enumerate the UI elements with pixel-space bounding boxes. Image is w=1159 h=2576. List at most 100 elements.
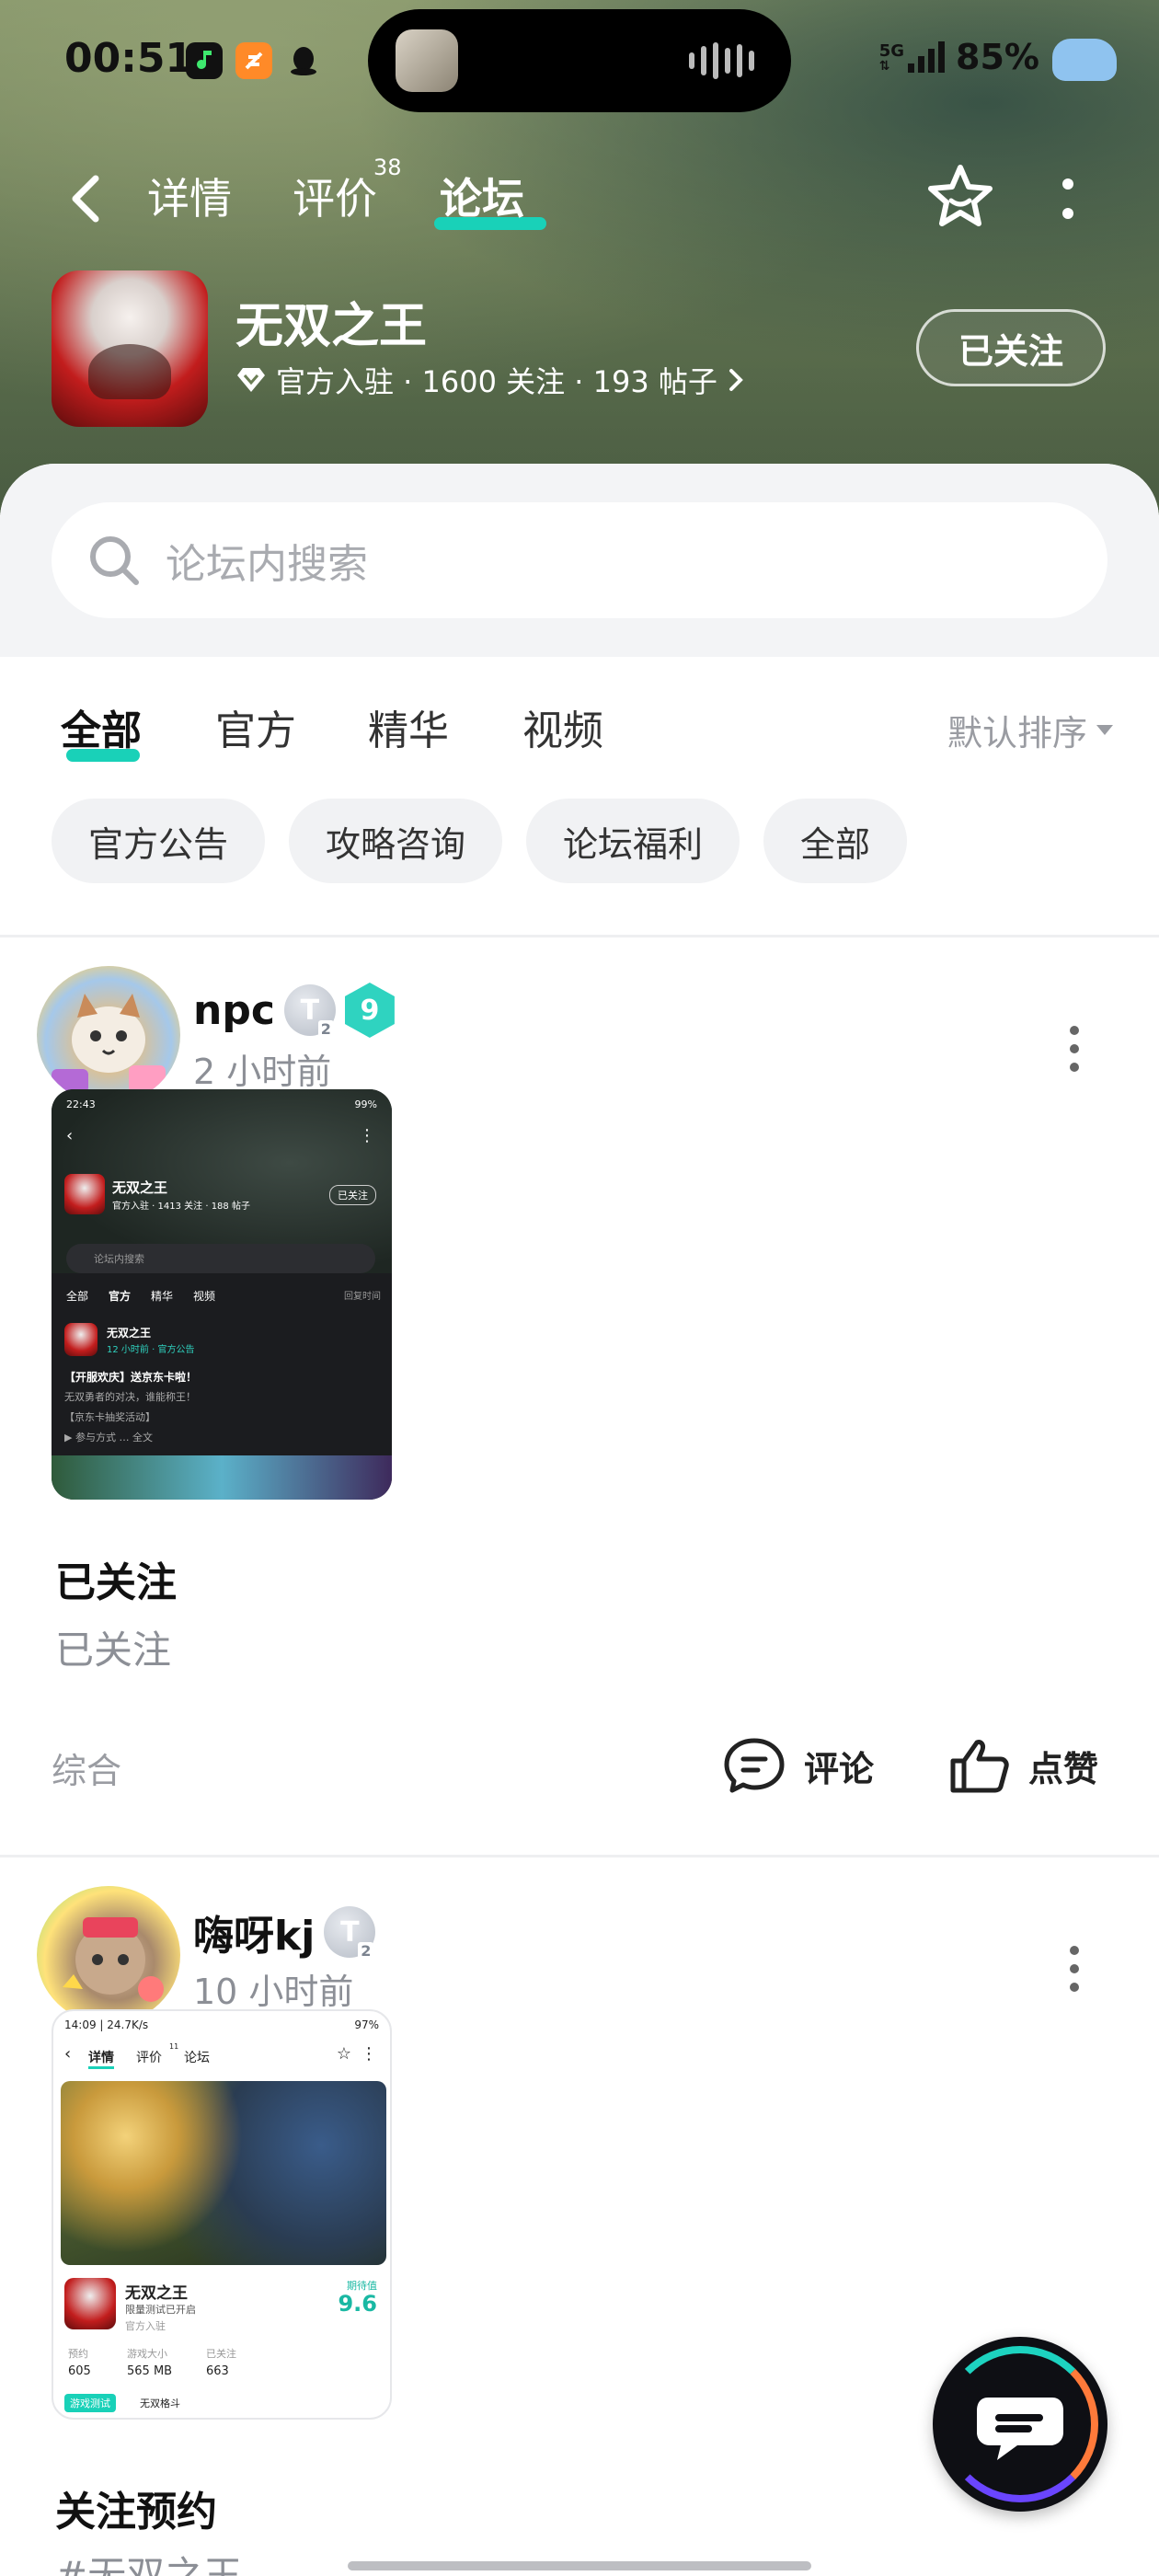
chip-guides[interactable]: 攻略咨询 — [289, 799, 503, 883]
game-icon[interactable] — [52, 270, 208, 427]
level-badge: T2 — [324, 1906, 376, 1960]
shot-post-avatar — [64, 1323, 98, 1356]
shot-post-author: 无双之王 — [107, 1327, 152, 1340]
battery-cat-icon — [1052, 39, 1117, 81]
post-title[interactable]: 关注预约 — [55, 2478, 217, 2537]
top-nav: 详情 评价 38 论坛 — [0, 155, 1159, 239]
level-badge-letter: T — [340, 1915, 360, 1949]
thumbs-up-icon — [950, 1740, 1009, 1793]
level-badge-sub: 2 — [358, 1942, 374, 1960]
tab-reviews[interactable]: 评价 — [293, 166, 377, 226]
diamond-icon — [237, 368, 265, 392]
sort-dropdown[interactable]: 默认排序 — [947, 705, 1113, 755]
author-name: 嗨呀kj — [193, 1913, 316, 1960]
shot-back-icon: ‹ — [64, 2044, 72, 2064]
tab-forum[interactable]: 论坛 — [440, 166, 524, 226]
back-arrow-icon[interactable] — [64, 173, 109, 224]
follow-button[interactable]: 已关注 — [916, 309, 1106, 386]
post-author[interactable]: npc T2 9 — [193, 983, 395, 1038]
post-image[interactable]: 22:43 99% ‹ ⋮ 无双之王 官方入驻 · 1413 关注 · 188 … — [52, 1089, 392, 1500]
shot-sort: 回复时间 — [344, 1292, 381, 1302]
favorite-star-icon[interactable] — [924, 160, 997, 234]
post-item[interactable]: npc T2 9 2 小时前 22:43 99% ‹ ⋮ 无双之王 官方入驻 ·… — [0, 960, 1159, 1500]
chat-bubble-icon — [977, 2398, 1063, 2460]
more-options-icon[interactable] — [1054, 173, 1082, 224]
tab-video[interactable]: 视频 — [522, 697, 603, 756]
shot-search: 论坛内搜索 — [66, 1244, 375, 1273]
status-right: 5G ⇅ 85% — [879, 37, 1039, 77]
post-more-icon[interactable] — [1067, 1941, 1082, 1996]
level-badge-sub: 2 — [317, 1020, 334, 1038]
network-indicator: 5G ⇅ — [878, 41, 946, 73]
post-author[interactable]: 嗨呀kj T2 — [193, 1903, 376, 1961]
caret-down-icon — [1096, 725, 1113, 735]
chip-welfare[interactable]: 论坛福利 — [526, 799, 740, 883]
shot-post-line3: ▶ 参与方式 … 全文 — [64, 1432, 153, 1443]
avatar[interactable] — [37, 966, 180, 1104]
shot-game-icon — [64, 2278, 116, 2329]
chevron-right-icon — [729, 369, 743, 391]
shot-tag2: 无双格斗 — [140, 2398, 180, 2409]
shot-tab-forum: 论坛 — [184, 2051, 210, 2065]
shot-game-icon — [64, 1174, 105, 1214]
shot-tab-badge: 11 — [169, 2042, 179, 2051]
shot-game-sub1: 限量测试已开启 — [125, 2304, 196, 2316]
rank-badge: 9 — [344, 983, 395, 1038]
shot-battery: 97% — [354, 2018, 379, 2031]
like-button[interactable]: 点赞 — [949, 1737, 1098, 1794]
level-badge-letter: T — [300, 994, 320, 1027]
post-image[interactable]: 14:09 | 24.7K/s 97% ‹ 详情 评价 11 论坛 ☆ ⋮ 无双… — [52, 2009, 392, 2420]
post-body[interactable]: #无双之王 — [55, 2545, 242, 2576]
shot-stat-value: 663 — [206, 2364, 229, 2378]
network-type: 5G — [878, 41, 905, 61]
tab-official[interactable]: 官方 — [215, 697, 296, 756]
divider — [0, 935, 1159, 937]
shot-time: 22:43 — [66, 1098, 96, 1110]
app-notification-icon — [235, 42, 272, 79]
sort-label: 默认排序 — [947, 713, 1087, 753]
tab-all[interactable]: 全部 — [61, 697, 142, 756]
shot-tag: 游戏测试 — [64, 2394, 116, 2412]
shot-search-placeholder: 论坛内搜索 — [94, 1253, 144, 1265]
game-title: 无双之王 — [235, 299, 428, 354]
tab-details[interactable]: 详情 — [147, 166, 232, 226]
shot-post-line2: 【京东卡抽奖活动】 — [64, 1411, 155, 1423]
game-meta[interactable]: 官方入驻 · 1600 关注 · 193 帖子 — [235, 359, 745, 401]
shot-tab-reviews: 评价 — [136, 2051, 162, 2065]
music-app-icon — [186, 42, 223, 79]
chat-fab-button[interactable] — [933, 2337, 1107, 2512]
shot-status: 14:09 | 24.7K/s — [64, 2018, 149, 2031]
post-body[interactable]: 已关注 — [55, 1619, 171, 1675]
shot-stat-label: 游戏大小 — [127, 2348, 167, 2360]
search-icon — [90, 536, 139, 585]
status-bar: 00:51 5G ⇅ 85% — [0, 0, 1159, 120]
home-indicator[interactable] — [348, 2561, 811, 2570]
shot-tab-details: 详情 — [88, 2048, 114, 2069]
shot-header: 22:43 99% ‹ ⋮ 无双之王 官方入驻 · 1413 关注 · 188 … — [52, 1089, 392, 1273]
chip-all[interactable]: 全部 — [763, 799, 908, 883]
shot-game-title: 无双之王 — [112, 1179, 168, 1196]
chip-announcements[interactable]: 官方公告 — [52, 799, 266, 883]
tab-featured[interactable]: 精华 — [368, 697, 449, 756]
shot-tab-all: 全部 — [66, 1290, 89, 1303]
reviews-count-badge: 38 — [373, 155, 402, 180]
shot-stat-value: 565 MB — [127, 2364, 173, 2378]
shot-game-meta: 官方入驻 · 1413 关注 · 188 帖子 — [112, 1202, 250, 1212]
shot-star-icon: ☆ — [336, 2044, 351, 2064]
shot-tab-featured: 精华 — [151, 1290, 174, 1303]
avatar-cat-image — [52, 994, 166, 1093]
shot-more-icon: ⋮ — [361, 2044, 377, 2064]
dynamic-island[interactable] — [368, 9, 791, 112]
search-input[interactable]: 论坛内搜索 — [52, 502, 1107, 618]
post-category[interactable]: 综合 — [52, 1742, 121, 1793]
forum-content: 论坛内搜索 全部 官方 精华 视频 默认排序 官方公告 攻略咨询 论坛福利 全部 — [0, 464, 1159, 2576]
comment-label: 评论 — [804, 1748, 875, 1789]
comment-button[interactable]: 评论 — [723, 1737, 874, 1794]
shot-game-art — [61, 2081, 386, 2265]
post-title[interactable]: 已关注 — [55, 1549, 177, 1608]
shot-tab-video: 视频 — [193, 1290, 216, 1303]
avatar[interactable] — [37, 1886, 180, 2024]
shot-back-icon: ‹ — [66, 1126, 74, 1145]
shot-post-title: 【开服欢庆】送京东卡啦！ — [64, 1371, 198, 1384]
post-more-icon[interactable] — [1067, 1021, 1082, 1076]
